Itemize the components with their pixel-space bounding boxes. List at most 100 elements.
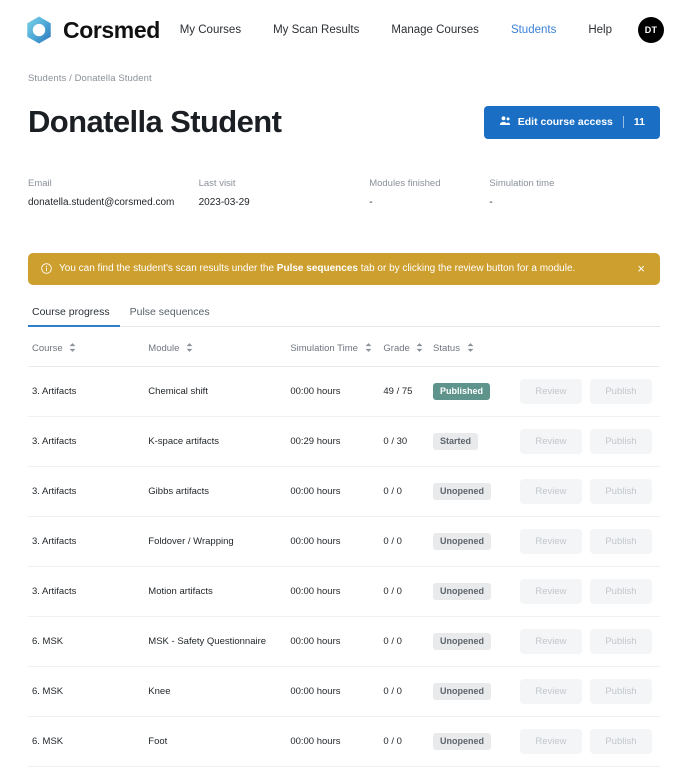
- cell-grade: 49 / 75: [383, 366, 434, 417]
- column-header-module-label: Module: [148, 342, 180, 354]
- publish-button[interactable]: Publish: [589, 628, 652, 654]
- publish-button[interactable]: Publish: [589, 578, 652, 604]
- table-body: 3. Artifacts Chemical shift 00:00 hours 49 …: [28, 366, 660, 767]
- review-button[interactable]: Review: [519, 578, 582, 604]
- alert-text-bold: Pulse sequences: [276, 263, 358, 274]
- status-badge: Unopened: [433, 482, 492, 500]
- cell-simulation-time: 00:00 hours: [290, 566, 384, 617]
- avatar[interactable]: DT: [638, 17, 664, 43]
- cell-simulation-time: 00:00 hours: [290, 716, 384, 767]
- publish-button[interactable]: Publish: [589, 728, 652, 754]
- student-meta-row: Email donatella.student@corsmed.com Last…: [28, 178, 660, 208]
- button-divider: [622, 116, 624, 128]
- cell-course: 3. Artifacts: [28, 516, 149, 567]
- publish-button[interactable]: Publish: [589, 478, 652, 504]
- column-header-course[interactable]: Course: [28, 330, 149, 367]
- nav-item-my-scan-results[interactable]: My Scan Results: [273, 24, 359, 36]
- review-button[interactable]: Review: [519, 378, 582, 404]
- course-access-count: 11: [633, 116, 645, 128]
- cell-module: Knee: [148, 666, 291, 717]
- cell-simulation-time: 00:29 hours: [290, 416, 384, 467]
- review-button[interactable]: Review: [519, 478, 582, 504]
- close-icon[interactable]: ×: [635, 262, 647, 275]
- users-icon: [499, 115, 511, 130]
- publish-button[interactable]: Publish: [589, 428, 652, 454]
- cell-simulation-time: 00:00 hours: [290, 466, 384, 517]
- column-header-grade-label: Grade: [383, 342, 410, 354]
- table-row: 3. Artifacts Chemical shift 00:00 hours 49 …: [28, 366, 660, 417]
- cell-status: Unopened: [433, 666, 520, 717]
- cell-publish: Publish: [589, 466, 660, 517]
- cell-course-text: 6. MSK: [32, 635, 64, 647]
- cell-simulation-time: 00:00 hours: [290, 366, 384, 417]
- table-head: Course Module Simulation Time Grade Stat…: [28, 330, 660, 367]
- table-row: 3. Artifacts Motion artifacts 00:00 hours 0…: [28, 566, 660, 617]
- nav-item-help[interactable]: Help: [588, 24, 612, 36]
- status-badge: Published: [433, 382, 491, 400]
- review-button[interactable]: Review: [519, 678, 582, 704]
- breadcrumb-link-students[interactable]: Students: [28, 73, 66, 84]
- review-button[interactable]: Review: [519, 528, 582, 554]
- cell-grade: 0 / 0: [383, 466, 434, 517]
- meta-modules-finished-value: -: [369, 197, 373, 208]
- column-header-review: [519, 330, 590, 367]
- info-circle-icon: [41, 263, 52, 275]
- nav-item-manage-courses[interactable]: Manage Courses: [391, 24, 479, 36]
- tab-pulse-sequences[interactable]: Pulse sequences: [120, 301, 220, 327]
- brand-logo[interactable]: Corsmed: [24, 15, 160, 45]
- nav-item-my-courses[interactable]: My Courses: [180, 24, 241, 36]
- cell-grade: 0 / 30: [383, 416, 434, 467]
- cell-status: Unopened: [433, 566, 520, 617]
- review-button[interactable]: Review: [519, 628, 582, 654]
- meta-email: Email donatella.student@corsmed.com: [28, 178, 199, 208]
- cell-grade-text: 0 / 0: [383, 535, 402, 547]
- cell-module-text: Knee: [148, 685, 171, 697]
- cell-grade-text: 0 / 0: [383, 585, 402, 597]
- meta-email-value: donatella.student@corsmed.com: [28, 197, 175, 208]
- cell-grade-text: 0 / 0: [383, 735, 402, 747]
- cell-publish: Publish: [589, 366, 660, 417]
- cell-publish: Publish: [589, 716, 660, 767]
- cell-course: 3. Artifacts: [28, 416, 149, 467]
- review-button[interactable]: Review: [519, 728, 582, 754]
- column-header-simulation-time[interactable]: Simulation Time: [290, 330, 384, 367]
- cell-grade: 0 / 0: [383, 716, 434, 767]
- sort-icon: [365, 342, 372, 355]
- column-header-grade[interactable]: Grade: [383, 330, 434, 367]
- table-row: 6. MSK Foot 00:00 hours 0 / 0 Unopened Review…: [28, 716, 660, 767]
- column-header-simulation-time-label: Simulation Time: [290, 342, 358, 354]
- cell-simulation-time-text: 00:00 hours: [290, 635, 341, 647]
- cell-simulation-time-text: 00:00 hours: [290, 485, 341, 497]
- cell-module-text: Foldover / Wrapping: [148, 535, 234, 547]
- tab-bar: Course progress Pulse sequences: [28, 301, 660, 327]
- cell-module-text: Gibbs artifacts: [148, 485, 210, 497]
- cell-publish: Publish: [589, 516, 660, 567]
- cell-status: Started: [433, 416, 520, 467]
- table-header-row: Course Module Simulation Time Grade Stat…: [28, 330, 660, 367]
- info-alert-banner: You can find the student's scan results …: [28, 253, 660, 285]
- column-header-module[interactable]: Module: [148, 330, 291, 367]
- publish-button[interactable]: Publish: [589, 528, 652, 554]
- nav-item-students[interactable]: Students: [511, 24, 556, 36]
- edit-course-access-button[interactable]: Edit course access 11: [483, 105, 660, 139]
- breadcrumb-current: Donatella Student: [74, 73, 152, 84]
- nav-links: My Courses My Scan Results Manage Course…: [180, 24, 638, 36]
- cell-grade-text: 0 / 0: [383, 485, 402, 497]
- column-header-status[interactable]: Status: [433, 330, 520, 367]
- meta-email-label: Email: [28, 178, 52, 189]
- cell-module-text: Motion artifacts: [148, 585, 213, 597]
- table-row: 3. Artifacts Gibbs artifacts 00:00 hours 0 …: [28, 466, 660, 517]
- cell-publish: Publish: [589, 416, 660, 467]
- sort-icon: [186, 342, 193, 355]
- cell-review: Review: [519, 416, 590, 467]
- top-navbar: Corsmed My Courses My Scan Results Manag…: [0, 0, 688, 60]
- review-button[interactable]: Review: [519, 428, 582, 454]
- publish-button[interactable]: Publish: [589, 378, 652, 404]
- publish-button[interactable]: Publish: [589, 678, 652, 704]
- status-badge: Started: [433, 432, 479, 450]
- meta-modules-finished-label: Modules finished: [369, 178, 441, 189]
- cell-grade-text: 0 / 30: [383, 435, 408, 447]
- cell-course: 6. MSK: [28, 716, 149, 767]
- tab-course-progress[interactable]: Course progress: [28, 301, 120, 327]
- cell-simulation-time-text: 00:00 hours: [290, 585, 341, 597]
